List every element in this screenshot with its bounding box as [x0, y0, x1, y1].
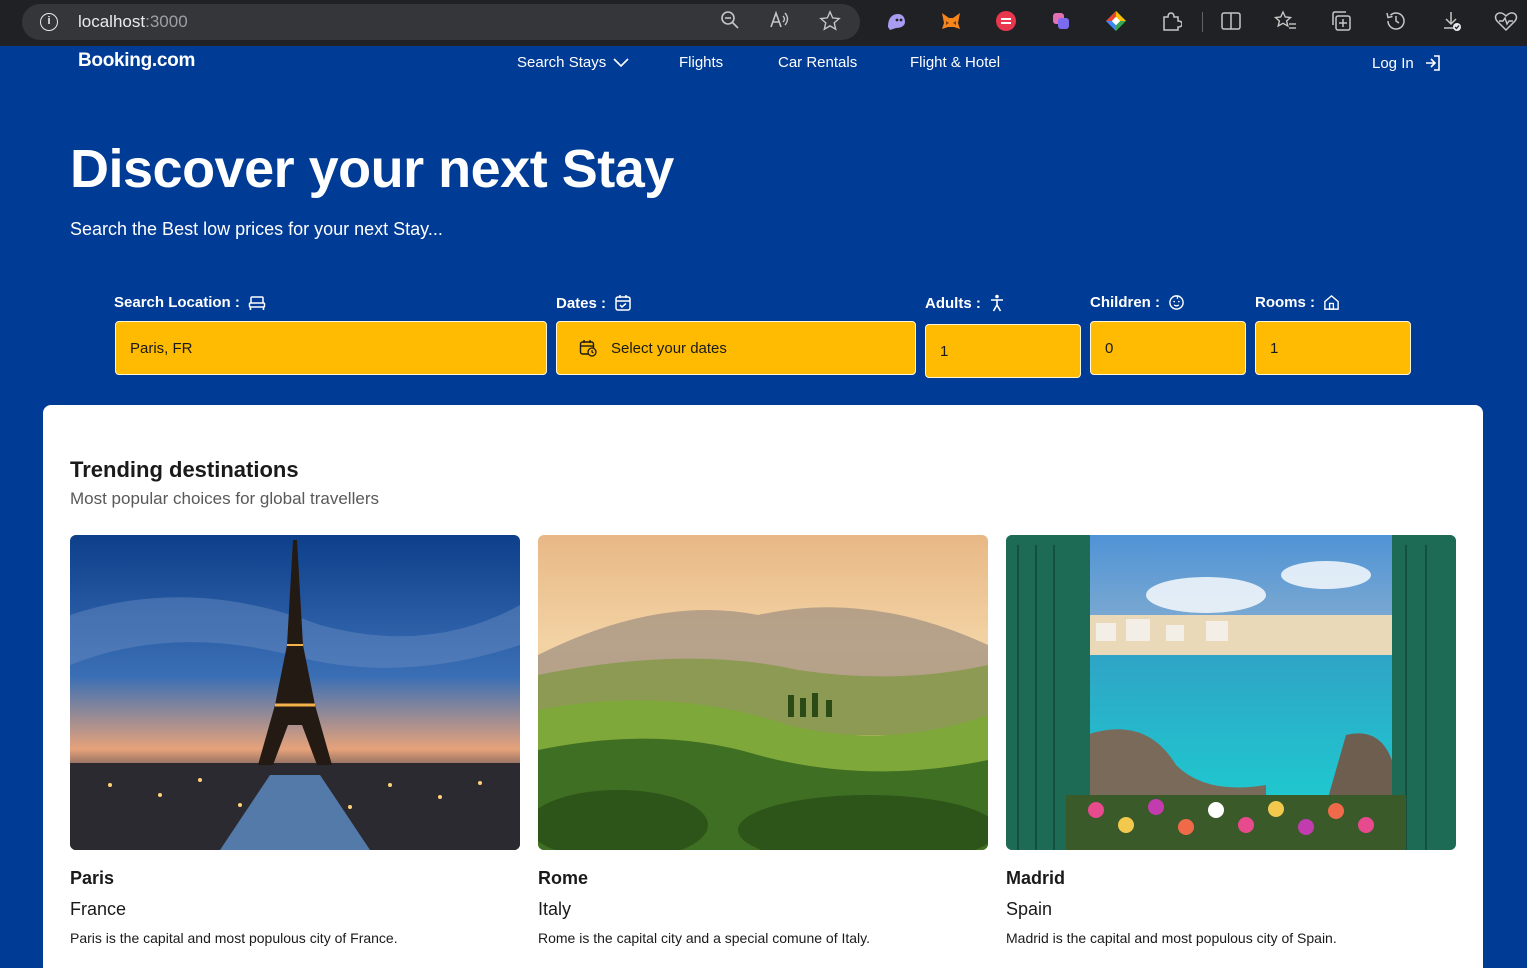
- location-input[interactable]: [130, 339, 546, 357]
- destination-name: Rome: [538, 868, 589, 888]
- person-icon: [990, 294, 1003, 312]
- nav-flights[interactable]: Flights: [679, 54, 723, 71]
- destination-country: France: [70, 899, 127, 919]
- address-url[interactable]: localhost:3000: [78, 12, 188, 32]
- adults-label: Adults :: [925, 294, 1005, 312]
- destination-country: Spain: [1006, 899, 1053, 919]
- destination-description: Paris is the capital and most populous c…: [70, 930, 398, 946]
- nav-flight-hotel[interactable]: Flight & Hotel: [910, 54, 1000, 71]
- home-icon: [1324, 294, 1339, 310]
- paris-image[interactable]: [70, 535, 520, 850]
- nav-flight-hotel-label: Flight & Hotel: [910, 54, 1001, 71]
- nav-search-stays-label: Search Stays: [517, 54, 607, 71]
- url-port: :3000: [145, 12, 188, 31]
- ghost-extension-icon[interactable]: [884, 9, 908, 33]
- dates-label-text: Dates :: [556, 294, 607, 312]
- site-info-icon[interactable]: i: [40, 13, 58, 31]
- dates-field[interactable]: Select your dates: [556, 321, 916, 375]
- children-label-text: Children :: [1090, 294, 1160, 311]
- destination-card-madrid[interactable]: Madrid Spain Madrid is the capital and m…: [1006, 535, 1456, 946]
- address-bar[interactable]: i localhost:3000: [22, 4, 860, 40]
- nav-flights-label: Flights: [679, 54, 724, 71]
- browser-essentials-icon[interactable]: [1494, 9, 1518, 33]
- rooms-label: Rooms :: [1255, 294, 1340, 311]
- bed-icon: [248, 295, 266, 310]
- children-input[interactable]: [1105, 339, 1245, 357]
- madrid-image[interactable]: [1006, 535, 1456, 850]
- nav-car-rentals[interactable]: Car Rentals: [778, 54, 857, 71]
- chevron-down-icon: [613, 57, 629, 67]
- dates-placeholder: Select your dates: [611, 339, 727, 357]
- destination-name: Paris: [70, 868, 115, 888]
- location-label: Search Location :: [114, 294, 266, 311]
- hero-subtitle: Search the Best low prices for your next…: [70, 219, 443, 239]
- trending-subtitle: Most popular choices for global travelle…: [70, 489, 379, 508]
- adults-input[interactable]: [940, 342, 1080, 360]
- favorite-star-icon[interactable]: [818, 10, 842, 34]
- destination-description: Rome is the capital city and a special c…: [538, 930, 871, 946]
- nav-car-rentals-label: Car Rentals: [778, 54, 858, 71]
- destination-card-paris[interactable]: Paris France Paris is the capital and mo…: [70, 535, 520, 946]
- baby-face-icon: [1169, 295, 1184, 310]
- extensions-puzzle-icon[interactable]: [1159, 9, 1183, 33]
- children-label: Children :: [1090, 294, 1185, 311]
- destination-country: Italy: [538, 899, 572, 919]
- url-host: localhost: [78, 12, 146, 31]
- adults-field[interactable]: [925, 324, 1081, 378]
- rooms-label-text: Rooms :: [1255, 294, 1315, 311]
- history-icon[interactable]: [1384, 9, 1408, 33]
- rooms-field[interactable]: [1255, 321, 1411, 375]
- calendar-icon: [579, 340, 597, 357]
- rooms-input[interactable]: [1270, 339, 1410, 357]
- location-field[interactable]: [115, 321, 547, 375]
- destination-card-rome[interactable]: Rome Italy Rome is the capital city and …: [538, 535, 988, 946]
- login-label: Log In: [1372, 54, 1414, 72]
- dates-label: Dates :: [556, 294, 632, 312]
- downloads-icon[interactable]: [1439, 9, 1463, 33]
- favorites-list-icon[interactable]: [1274, 9, 1298, 33]
- site-logo[interactable]: Booking.com: [78, 50, 195, 72]
- metamask-fox-icon[interactable]: [939, 9, 963, 33]
- login-button[interactable]: Log In: [1372, 54, 1442, 72]
- copilot-extension-icon[interactable]: [1049, 9, 1073, 33]
- destination-name: Madrid: [1006, 868, 1066, 888]
- login-arrow-icon: [1425, 55, 1440, 71]
- location-label-text: Search Location :: [114, 294, 240, 311]
- split-screen-icon[interactable]: [1219, 9, 1243, 33]
- colorful-extension-icon[interactable]: [1104, 9, 1128, 33]
- adults-label-text: Adults :: [925, 294, 981, 312]
- browser-toolbar: i localhost:3000: [0, 0, 1527, 46]
- zoom-icon[interactable]: [718, 10, 742, 34]
- children-field[interactable]: [1090, 321, 1246, 375]
- hero-title: Discover your next Stay: [70, 139, 674, 199]
- calendar-check-icon: [615, 295, 631, 311]
- toolbar-separator: [1202, 12, 1203, 32]
- destination-description: Madrid is the capital and most populous …: [1006, 930, 1337, 946]
- trending-title: Trending destinations: [70, 457, 299, 482]
- rome-image[interactable]: [538, 535, 988, 850]
- read-aloud-icon[interactable]: [768, 10, 792, 34]
- collections-icon[interactable]: [1329, 9, 1353, 33]
- nav-search-stays[interactable]: Search Stays: [517, 54, 630, 71]
- red-extension-icon[interactable]: [994, 9, 1018, 33]
